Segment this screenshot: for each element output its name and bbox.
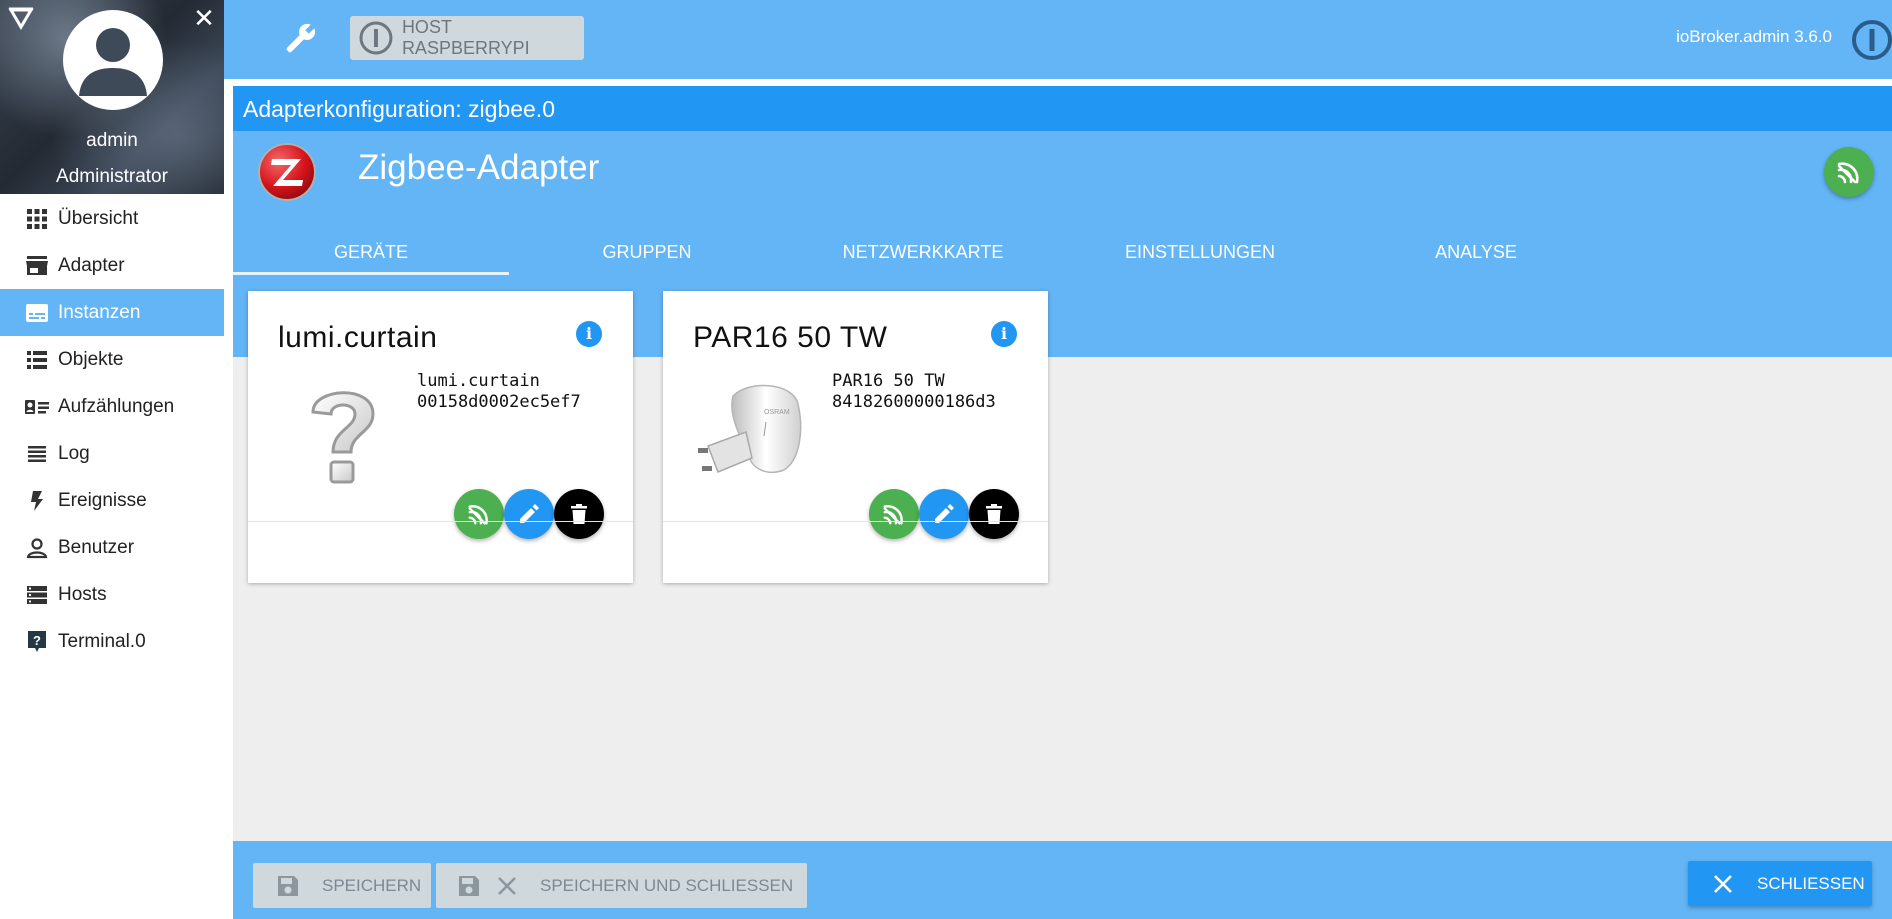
list-icon — [20, 336, 54, 383]
led-bulb-icon: OSRAM — [698, 384, 802, 474]
save-button[interactable]: SPEICHERN — [253, 863, 431, 908]
help-box-icon: ? — [20, 618, 54, 665]
info-icon[interactable]: i — [576, 321, 602, 347]
user-role: Administrator — [56, 166, 168, 187]
save-icon — [459, 875, 479, 896]
close-icon — [498, 876, 516, 895]
tab-label: NETZWERKKARTE — [842, 242, 1004, 262]
close-label: SCHLIESSEN — [1757, 873, 1865, 893]
sidebar-item-ereignisse[interactable]: Ereignisse — [0, 477, 224, 524]
save-label: SPEICHERN — [322, 875, 422, 895]
tab-gruppen[interactable]: GRUPPEN — [509, 229, 785, 275]
tab-einstellungen[interactable]: EINSTELLUNGEN — [1062, 229, 1338, 275]
close-icon — [1714, 874, 1732, 893]
profile-header: ✕ admin Administrator — [0, 0, 224, 194]
save-icon — [278, 875, 298, 896]
host-selector-button[interactable]: HOST RASPBERRYPI — [350, 16, 584, 60]
sidebar-item-instanzen[interactable]: Instanzen — [0, 289, 224, 336]
avatar — [63, 10, 163, 110]
tab-label: EINSTELLUNGEN — [1124, 242, 1276, 262]
tab-label: ANALYSE — [1435, 242, 1517, 262]
card-divider — [248, 521, 633, 522]
lines-icon — [20, 430, 54, 477]
contact-card-icon — [20, 383, 54, 430]
device-id: 00158d0002ec5ef7 — [417, 392, 581, 412]
sidebar-item-label: Instanzen — [58, 301, 141, 323]
footer-bar: SPEICHERN SPEICHERN UND SCHLIESSEN SCHLI… — [233, 841, 1892, 919]
sidebar-item-adapter[interactable]: Adapter — [0, 242, 224, 289]
reconfigure-button[interactable] — [869, 489, 919, 539]
close-icon[interactable]: ✕ — [192, 5, 216, 31]
delete-button[interactable] — [554, 489, 604, 539]
device-title: PAR16 50 TW — [693, 321, 888, 354]
sidebar-item-label: Ereignisse — [58, 489, 147, 511]
wifi-icon — [883, 505, 903, 525]
save-and-close-label: SPEICHERN UND SCHLIESSEN — [540, 875, 794, 895]
device-card: lumi.curtain i lumi.curtain 00158d0002ec… — [248, 291, 633, 583]
wifi-icon — [468, 505, 488, 525]
sidebar-item-uebersicht[interactable]: Übersicht — [0, 195, 224, 242]
sidebar-item-label: Terminal.0 — [58, 630, 146, 652]
card-divider — [663, 521, 1048, 522]
sidebar-item-aufzaehlungen[interactable]: Aufzählungen — [0, 383, 224, 430]
tab-geraete[interactable]: GERÄTE — [233, 229, 509, 275]
edit-button[interactable] — [919, 489, 969, 539]
page-title: Adapterkonfiguration: zigbee.0 — [233, 86, 1892, 131]
wifi-icon — [1837, 162, 1859, 184]
main-content: Adapterkonfiguration: zigbee.0 Zigbee-Ad… — [233, 86, 1892, 919]
device-description: lumi.curtain 00158d0002ec5ef7 — [417, 371, 581, 413]
sidebar-item-label: Benutzer — [58, 536, 135, 558]
menu-toggle-icon[interactable] — [8, 6, 34, 32]
connection-status-button[interactable] — [1824, 147, 1874, 197]
store-icon — [20, 242, 54, 289]
wrench-icon[interactable] — [279, 18, 321, 60]
iobroker-logo-icon — [1852, 20, 1892, 60]
version-label: ioBroker.admin 3.6.0 — [1676, 27, 1832, 46]
sidebar-item-terminal[interactable]: ? Terminal.0 — [0, 618, 224, 665]
info-icon[interactable]: i — [991, 321, 1017, 347]
edit-button[interactable] — [504, 489, 554, 539]
sidebar: ✕ admin Administrator Übersicht Adapter … — [0, 0, 224, 919]
sidebar-item-label: Hosts — [58, 583, 107, 605]
storage-icon — [20, 571, 54, 618]
device-model: lumi.curtain — [417, 371, 540, 391]
flash-icon — [20, 477, 54, 524]
device-id: 84182600000186d3 — [832, 392, 996, 412]
sidebar-item-label: Log — [58, 442, 90, 464]
sidebar-item-label: Übersicht — [58, 207, 139, 229]
tab-label: GERÄTE — [333, 242, 408, 262]
top-bar: HOST RASPBERRYPI ioBroker.admin 3.6.0 — [224, 0, 1892, 79]
device-model: PAR16 50 TW — [832, 371, 945, 391]
sidebar-item-label: Aufzählungen — [58, 395, 175, 417]
close-button[interactable]: SCHLIESSEN — [1688, 861, 1872, 906]
device-title: lumi.curtain — [278, 321, 438, 354]
device-card: PAR16 50 TW i OSRAM PAR16 50 TW 84182600… — [663, 291, 1048, 583]
sidebar-item-benutzer[interactable]: Benutzer — [0, 524, 224, 571]
sidebar-item-label: Objekte — [58, 348, 124, 370]
sidebar-item-label: Adapter — [58, 254, 125, 276]
save-and-close-button[interactable]: SPEICHERN UND SCHLIESSEN — [436, 863, 807, 908]
sidebar-item-objekte[interactable]: Objekte — [0, 336, 224, 383]
sidebar-item-log[interactable]: Log — [0, 430, 224, 477]
person-icon — [20, 524, 54, 571]
svg-text:OSRAM: OSRAM — [764, 409, 790, 416]
reconfigure-button[interactable] — [454, 489, 504, 539]
svg-text:?: ? — [33, 633, 41, 648]
apps-icon — [20, 195, 54, 242]
question-mark-icon — [311, 391, 375, 484]
tab-label: GRUPPEN — [602, 242, 692, 262]
iobroker-logo-icon — [359, 21, 393, 55]
adapter-name: Zigbee-Adapter — [358, 148, 600, 187]
tab-netzwerkkarte[interactable]: NETZWERKKARTE — [785, 229, 1061, 275]
user-name: admin — [86, 130, 138, 151]
zigbee-logo-icon — [258, 143, 316, 201]
device-description: PAR16 50 TW 84182600000186d3 — [832, 371, 996, 413]
delete-button[interactable] — [969, 489, 1019, 539]
subtitles-icon — [20, 289, 54, 336]
tab-analyse[interactable]: ANALYSE — [1338, 229, 1614, 275]
sidebar-item-hosts[interactable]: Hosts — [0, 571, 224, 618]
host-label: HOST RASPBERRYPI — [401, 17, 530, 58]
